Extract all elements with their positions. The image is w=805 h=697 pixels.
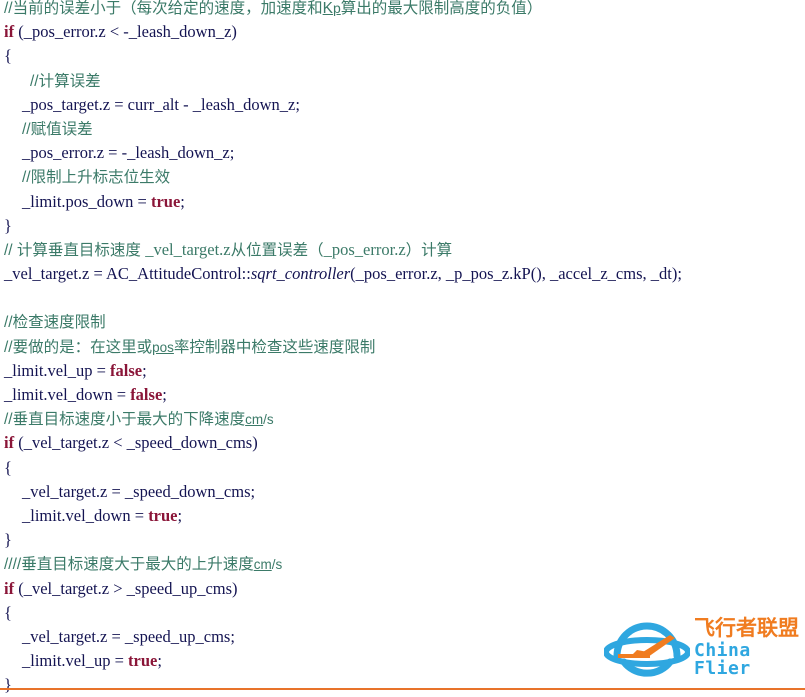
comment-text: //垂直目标速度小于最大的下降速度cm/s: [4, 411, 274, 429]
code-text: {: [4, 457, 12, 477]
code-text: (_pos_error.z, _p_pos_z.kP(), _accel_z_c…: [350, 264, 682, 284]
keyword-true: true: [148, 505, 178, 525]
keyword-if: if: [4, 433, 15, 453]
code-text: _limit.vel_down =: [4, 385, 131, 404]
keyword-if: if: [4, 22, 15, 42]
function-name: sqrt_controller: [250, 264, 351, 284]
code-text: ;: [162, 385, 167, 404]
spellcheck-underline: cm: [253, 557, 272, 573]
comment-text: //限制上升标志位生效: [22, 169, 171, 187]
code-text: _limit.vel_up =: [4, 360, 111, 380]
code-line: {: [0, 456, 805, 480]
code-line: _pos_target.z = curr_alt - _leash_down_z…: [0, 93, 805, 117]
code-text: _pos_target.z = curr_alt - _leash_down_z…: [22, 94, 300, 114]
code-text: (_pos_error.z < -_leash_down_z): [14, 22, 237, 42]
code-text: (_vel_target.z < _speed_down_cms): [14, 433, 258, 453]
code-line: // 计算垂直目标速度 _vel_target.z从位置误差（_pos_erro…: [0, 238, 805, 262]
comment-text: //当前的误差小于（每次给定的速度，加速度和Kp算出的最大限制高度的负值）: [4, 0, 543, 17]
keyword-true: true: [128, 651, 158, 671]
code-line: if (_pos_error.z < -_leash_down_z): [0, 20, 805, 44]
keyword-false: false: [130, 385, 163, 404]
code-text: _vel_target.z = AC_AttitudeControl::: [4, 264, 251, 284]
planet-ring-airplane-icon: [604, 622, 690, 677]
code-line: if (_vel_target.z > _speed_up_cms): [0, 577, 805, 601]
code-text: ;: [142, 360, 147, 380]
comment-text: //赋值误差: [22, 120, 93, 138]
comment-text: //计算误差: [30, 72, 101, 90]
bottom-divider: [0, 688, 805, 690]
code-line: _limit.vel_up = false;: [0, 359, 805, 383]
code-text: _pos_error.z = -_leash_down_z;: [22, 143, 235, 163]
code-line: {: [0, 44, 805, 68]
spellcheck-underline: Kp: [322, 0, 341, 17]
code-text: _limit.vel_up =: [22, 651, 129, 671]
code-line: _vel_target.z = _speed_down_cms;: [0, 480, 805, 504]
code-line: if (_vel_target.z < _speed_down_cms): [0, 431, 805, 455]
code-line: _pos_error.z = -_leash_down_z;: [0, 141, 805, 165]
comment-text: //要做的是：在这里或pos率控制器中检查这些速度限制: [4, 338, 376, 356]
logo-wordmark: 飞行者联盟 China Flier: [694, 618, 802, 678]
brand-logo: 飞行者联盟 China Flier: [604, 612, 802, 684]
comment-text: //检查速度限制: [4, 314, 106, 332]
code-line: }: [0, 528, 805, 552]
code-line: //限制上升标志位生效: [0, 165, 805, 189]
keyword-false: false: [110, 360, 143, 380]
code-text: _vel_target.z = _speed_down_cms;: [22, 481, 256, 501]
code-text: (_vel_target.z > _speed_up_cms): [14, 578, 238, 598]
code-line: //赋值误差: [0, 117, 805, 141]
code-line: //要做的是：在这里或pos率控制器中检查这些速度限制: [0, 335, 805, 359]
keyword-if: if: [4, 578, 15, 598]
code-text: _limit.vel_down =: [22, 505, 149, 525]
code-text: }: [4, 530, 12, 550]
code-text: }: [4, 215, 12, 235]
code-text: ;: [180, 191, 185, 211]
code-text: ;: [157, 651, 162, 671]
logo-english-name: China Flier: [694, 640, 751, 679]
keyword-true: true: [150, 191, 181, 211]
code-line: //计算误差: [0, 69, 805, 93]
code-line: }: [0, 214, 805, 238]
spellcheck-underline: pos: [152, 339, 174, 355]
code-line: _limit.pos_down = true;: [0, 190, 805, 214]
code-text: _limit.pos_down =: [22, 191, 151, 211]
logo-chinese-name: 飞行者联盟: [694, 616, 799, 640]
code-snippet: //当前的误差小于（每次给定的速度，加速度和Kp算出的最大限制高度的负值） if…: [0, 0, 805, 697]
spellcheck-underline: cm: [245, 412, 264, 428]
code-line: //当前的误差小于（每次给定的速度，加速度和Kp算出的最大限制高度的负值）: [0, 0, 805, 20]
code-line: //垂直目标速度小于最大的下降速度cm/s: [0, 407, 805, 431]
code-line: //检查速度限制: [0, 310, 805, 334]
code-line: _limit.vel_down = true;: [0, 504, 805, 528]
code-line: _vel_target.z = AC_AttitudeControl::sqrt…: [0, 262, 805, 286]
code-line: ////垂直目标速度大于最大的上升速度cm/s: [0, 552, 805, 576]
comment-text: ////垂直目标速度大于最大的上升速度cm/s: [4, 556, 283, 574]
comment-text: // 计算垂直目标速度 _vel_target.z从位置误差（_pos_erro…: [4, 239, 453, 259]
code-text: {: [4, 46, 12, 66]
code-line: _limit.vel_down = false;: [0, 383, 805, 407]
code-text: _vel_target.z = _speed_up_cms;: [22, 626, 235, 646]
code-text: }: [4, 675, 12, 695]
code-text: ;: [177, 505, 183, 525]
code-text: {: [4, 602, 12, 622]
